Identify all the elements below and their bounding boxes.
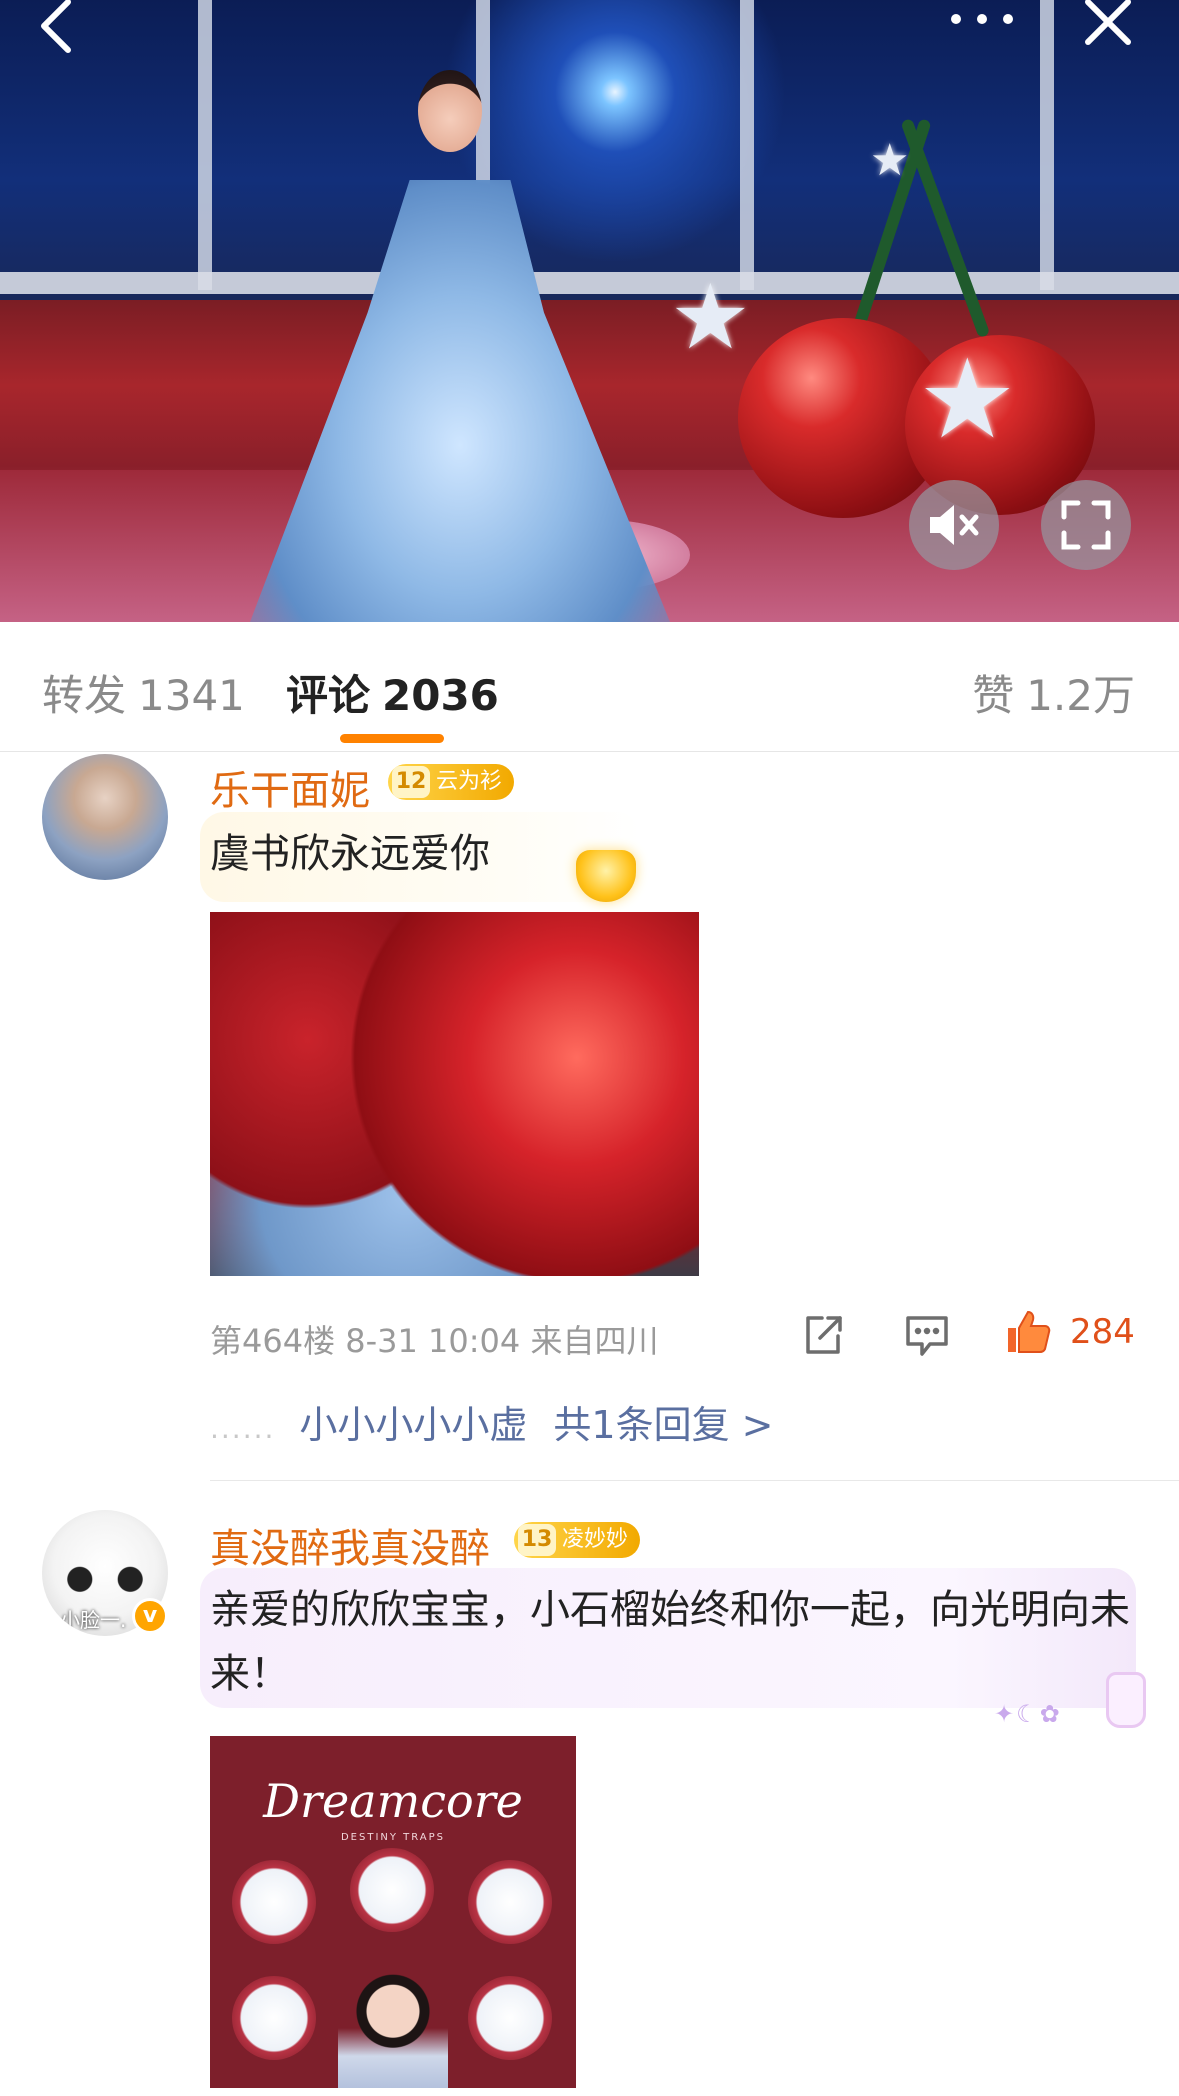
back-button[interactable] (34, 0, 82, 61)
comment-text: 亲爱的欣欣宝宝，小石榴始终和你一起，向光明向未来！ (210, 1587, 1130, 1697)
tab-label: 赞 (972, 671, 1015, 720)
reply-button[interactable] (904, 1314, 950, 1362)
fan-badge[interactable]: 12 云为衫 (388, 764, 515, 800)
thumbs-up-icon (1008, 1310, 1051, 1353)
close-icon (1085, 0, 1131, 45)
comment-image[interactable]: Dreamcore DESTINY TRAPS (210, 1736, 576, 2088)
tab-bar: 转发 1341 评论 2036 赞 1.2万 (0, 622, 1179, 752)
repost-button[interactable] (800, 1312, 846, 1362)
comment-icon (906, 1316, 948, 1356)
speaker-muted-icon (930, 505, 979, 545)
comment-username[interactable]: 乐干面妮 (210, 758, 370, 816)
tab-label: 评论 (286, 671, 371, 720)
tab-likes[interactable]: 赞 1.2万 (972, 662, 1135, 723)
tab-label: 转发 (42, 671, 127, 720)
video-player[interactable]: ★ ★ ★ (0, 0, 1179, 622)
more-button[interactable] (944, 0, 1024, 48)
fullscreen-icon (1061, 500, 1111, 550)
comment-text: 虞书欣永远爱你 (210, 831, 490, 877)
tab-reposts[interactable]: 转发 1341 (42, 662, 245, 723)
image-subtitle: DESTINY TRAPS (340, 1832, 446, 1843)
comment-meta: 第464楼 8-31 10:04 来自四川 (210, 1322, 659, 1360)
fan-level: 13 (518, 1524, 556, 1556)
verified-badge-icon: v (132, 1598, 168, 1634)
close-button[interactable] (1082, 0, 1134, 57)
image-title: Dreamcore (263, 1774, 523, 1828)
view-replies-link[interactable]: 共1条回复 > (553, 1403, 773, 1447)
reply-preview[interactable]: ...... 小小小小小虚 共1条回复 > (210, 1394, 774, 1449)
comment-image[interactable] (210, 912, 699, 1276)
chevron-left-icon (41, 0, 71, 53)
star-decoration: ★ (670, 265, 751, 370)
avatar-caption: 小脸一. (60, 1608, 127, 1632)
active-tab-indicator (340, 734, 444, 743)
fan-badge-name: 凌妙妙 (562, 1527, 629, 1552)
fullscreen-button[interactable] (1041, 480, 1131, 570)
fan-level: 12 (392, 766, 430, 798)
star-decoration: ★ (918, 335, 1017, 463)
more-horizontal-icon (951, 14, 1013, 24)
like-count: 284 (1070, 1312, 1135, 1352)
fan-badge[interactable]: 13 凌妙妙 (514, 1522, 641, 1558)
reply-dots: ...... (210, 1412, 276, 1445)
comment-divider (210, 1480, 1179, 1481)
comment-username[interactable]: 真没醉我真没醉 (210, 1516, 490, 1574)
tab-count: 1341 (138, 671, 245, 720)
mute-button[interactable] (909, 480, 999, 570)
fan-badge-name: 云为衫 (436, 769, 503, 794)
share-icon (806, 1316, 842, 1354)
tab-count: 2036 (382, 671, 499, 720)
portrait-figure (338, 1972, 448, 2088)
reply-author[interactable]: 小小小小小虚 (299, 1403, 527, 1447)
avatar[interactable] (42, 754, 168, 880)
tab-count: 1.2万 (1026, 671, 1135, 720)
like-button[interactable] (1004, 1308, 1052, 1360)
